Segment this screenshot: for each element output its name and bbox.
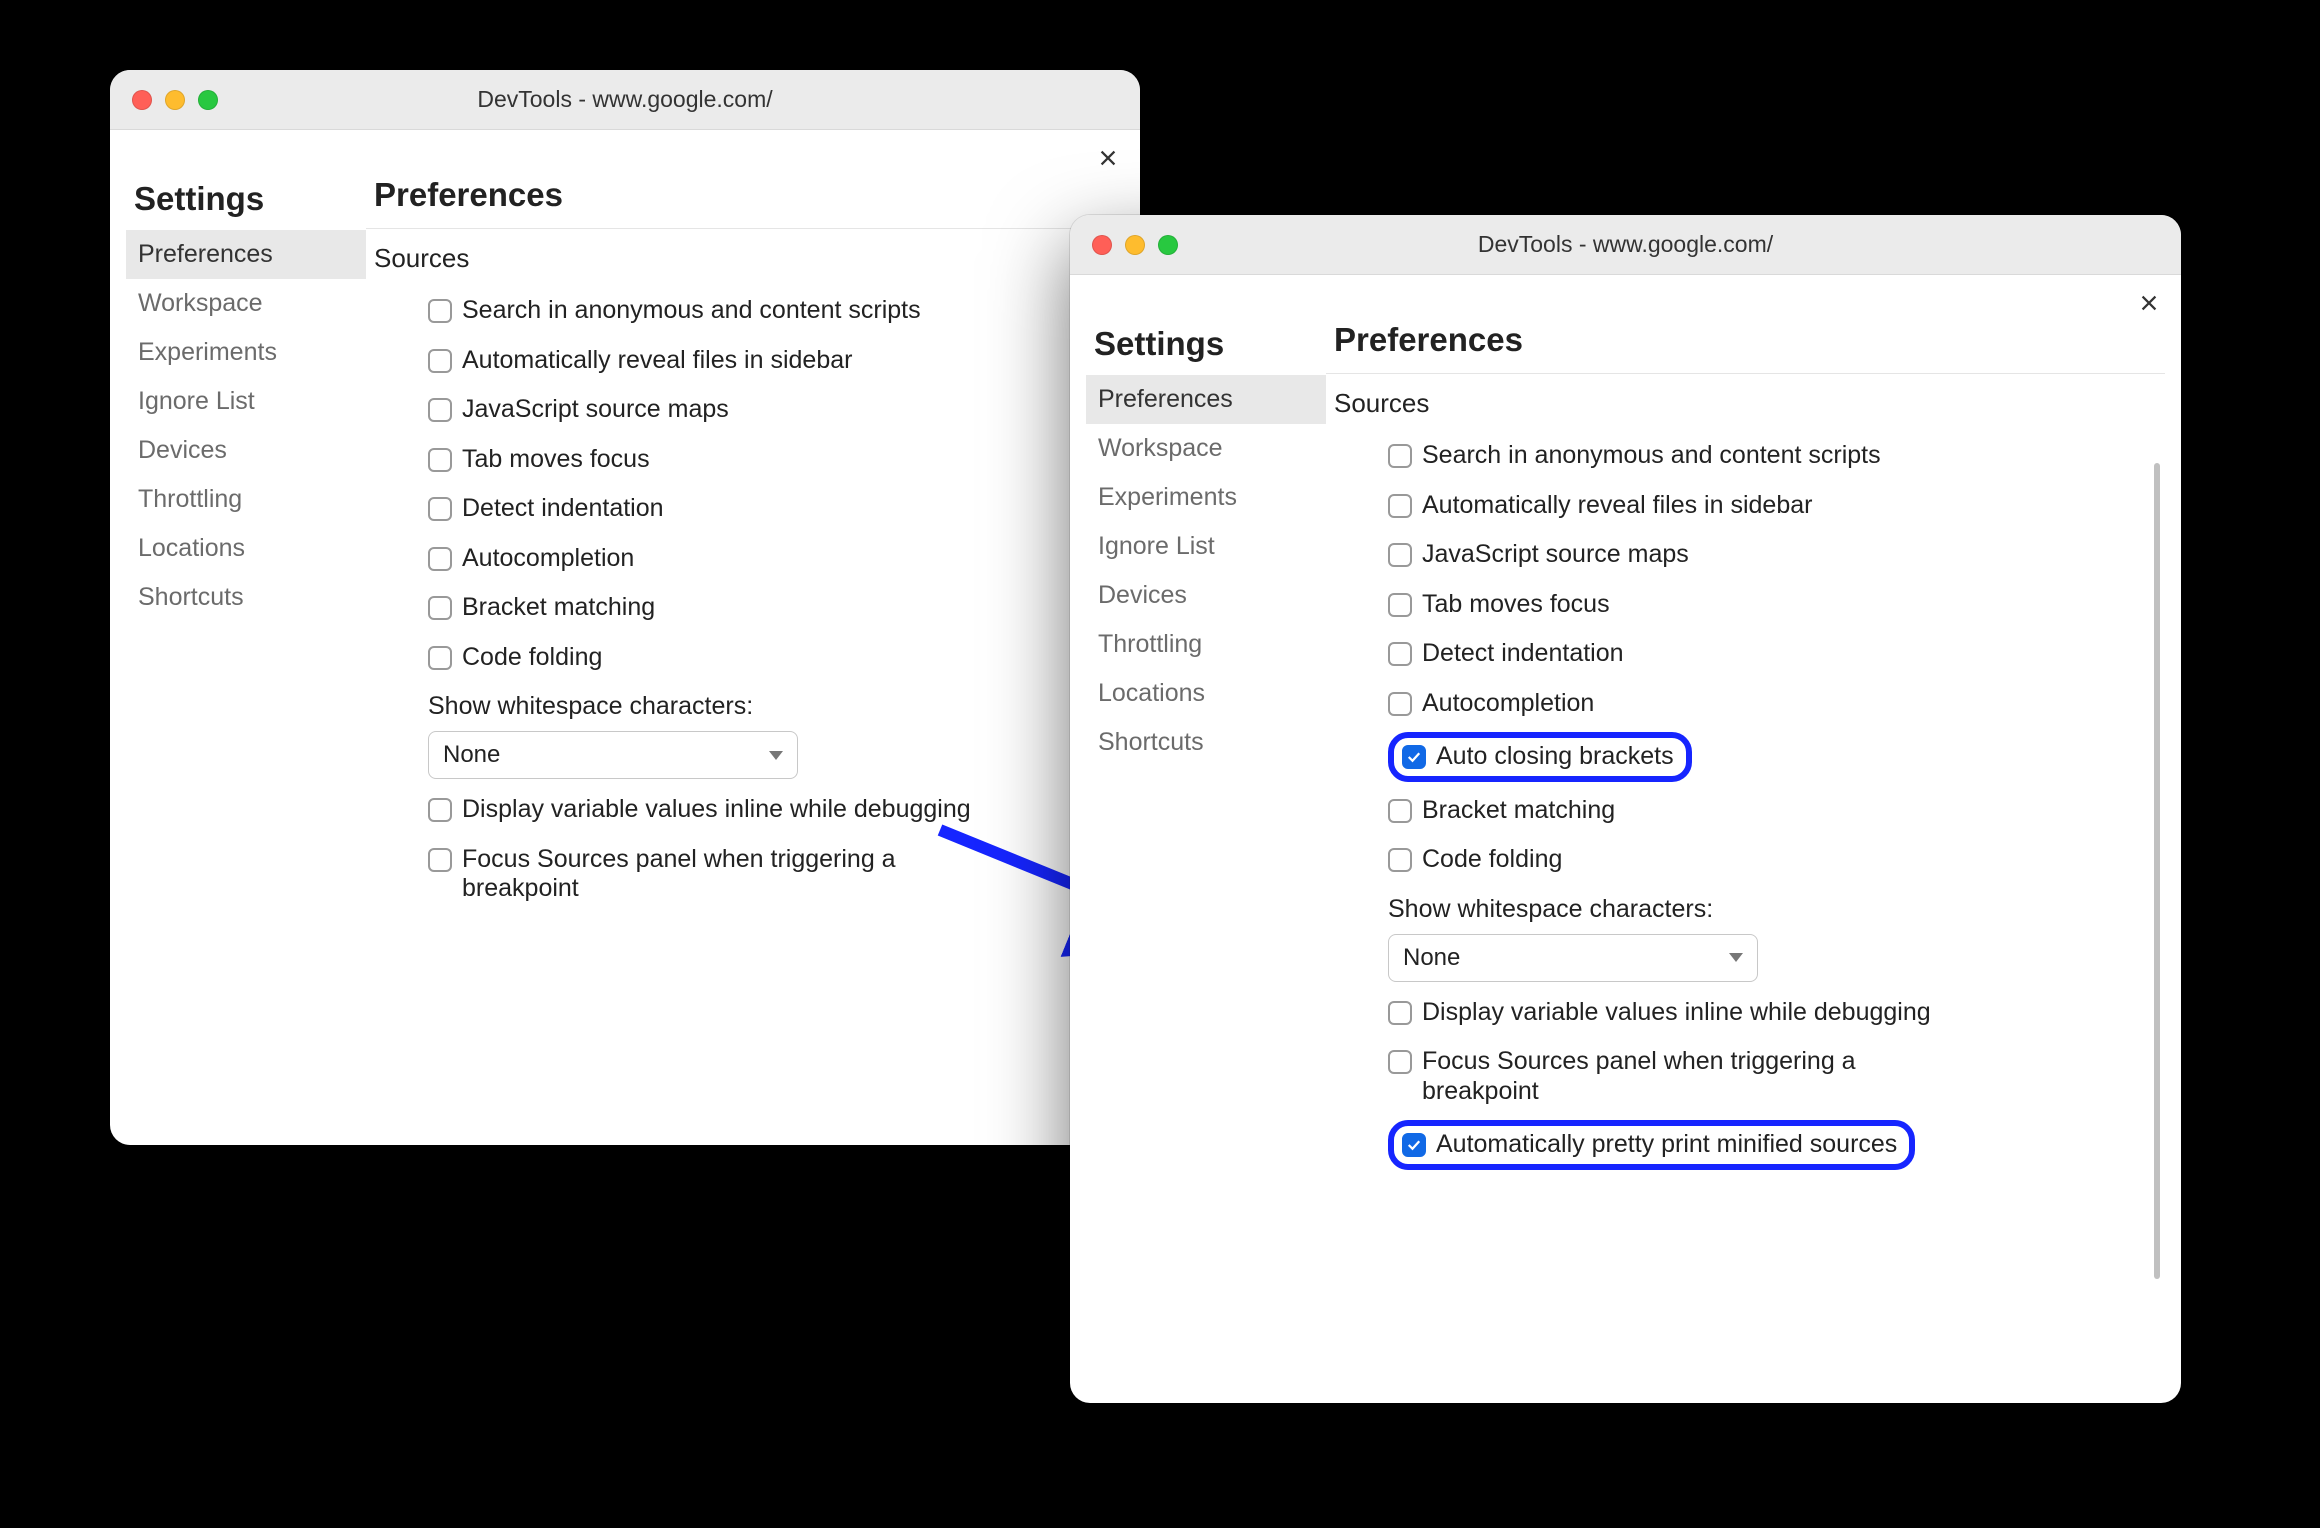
checkbox-icon[interactable] <box>1388 543 1412 567</box>
preferences-panel: Preferences Sources Search in anonymous … <box>1326 321 2165 1391</box>
settings-sidebar: Settings Preferences Workspace Experimen… <box>1086 321 1326 1391</box>
whitespace-select[interactable]: None <box>1388 934 1758 982</box>
option-inline-values[interactable]: Display variable values inline while deb… <box>1380 988 2165 1038</box>
checkbox-icon[interactable] <box>1388 799 1412 823</box>
window-title: DevTools - www.google.com/ <box>110 86 1140 113</box>
checkbox-icon[interactable] <box>428 798 452 822</box>
sidebar-item-throttling[interactable]: Throttling <box>1086 620 1326 669</box>
sidebar-item-shortcuts[interactable]: Shortcuts <box>126 573 366 622</box>
option-tab-moves-focus[interactable]: Tab moves focus <box>1380 580 2165 630</box>
checkbox-icon[interactable] <box>428 547 452 571</box>
preferences-heading: Preferences <box>366 176 1124 229</box>
select-value: None <box>1403 944 1460 972</box>
close-icon[interactable] <box>132 90 152 110</box>
sidebar-heading: Settings <box>126 180 366 230</box>
checkbox-icon[interactable] <box>428 448 452 472</box>
checkbox-icon[interactable] <box>428 398 452 422</box>
checkbox-icon[interactable] <box>428 299 452 323</box>
sidebar-item-ignore-list[interactable]: Ignore List <box>1086 522 1326 571</box>
checkbox-icon[interactable] <box>1402 1133 1426 1157</box>
sidebar-item-preferences[interactable]: Preferences <box>126 230 366 279</box>
sidebar-item-experiments[interactable]: Experiments <box>126 328 366 377</box>
scrollbar[interactable] <box>2151 361 2163 1381</box>
section-sources: Sources <box>1326 374 2165 427</box>
option-focus-on-breakpoint[interactable]: Focus Sources panel when triggering a br… <box>1380 1037 2165 1116</box>
chevron-down-icon <box>769 751 783 760</box>
sidebar-item-devices[interactable]: Devices <box>1086 571 1326 620</box>
close-icon[interactable] <box>1092 235 1112 255</box>
checkbox-icon[interactable] <box>1402 745 1426 769</box>
checkbox-icon[interactable] <box>428 596 452 620</box>
checkbox-icon[interactable] <box>1388 593 1412 617</box>
titlebar-left: DevTools - www.google.com/ <box>110 70 1140 130</box>
section-sources: Sources <box>366 229 1124 282</box>
sidebar-item-locations[interactable]: Locations <box>1086 669 1326 718</box>
option-inline-values[interactable]: Display variable values inline while deb… <box>420 785 1124 835</box>
checkbox-icon[interactable] <box>428 646 452 670</box>
sidebar-item-workspace[interactable]: Workspace <box>1086 424 1326 473</box>
whitespace-select[interactable]: None <box>428 731 798 779</box>
select-value: None <box>443 741 500 769</box>
option-detect-indentation[interactable]: Detect indentation <box>420 484 1124 534</box>
checkbox-icon[interactable] <box>428 848 452 872</box>
sidebar-heading: Settings <box>1086 325 1326 375</box>
option-detect-indentation[interactable]: Detect indentation <box>1380 629 2165 679</box>
option-code-folding[interactable]: Code folding <box>1380 835 2165 885</box>
sidebar-item-preferences[interactable]: Preferences <box>1086 375 1326 424</box>
checkbox-icon[interactable] <box>1388 444 1412 468</box>
titlebar-right: DevTools - www.google.com/ <box>1070 215 2181 275</box>
chevron-down-icon <box>1729 953 1743 962</box>
close-settings-button[interactable] <box>2131 285 2167 321</box>
checkbox-icon[interactable] <box>1388 1001 1412 1025</box>
option-autocompletion[interactable]: Autocompletion <box>1380 679 2165 729</box>
option-search-anon[interactable]: Search in anonymous and content scripts <box>1380 431 2165 481</box>
whitespace-setting: Show whitespace characters: None <box>420 682 1124 785</box>
option-pretty-print[interactable]: Automatically pretty print minified sour… <box>1380 1116 2165 1174</box>
settings-sidebar: Settings Preferences Workspace Experimen… <box>126 176 366 1133</box>
option-search-anon[interactable]: Search in anonymous and content scripts <box>420 286 1124 336</box>
minimize-icon[interactable] <box>165 90 185 110</box>
option-autocompletion[interactable]: Autocompletion <box>420 534 1124 584</box>
sidebar-item-shortcuts[interactable]: Shortcuts <box>1086 718 1326 767</box>
checkbox-icon[interactable] <box>1388 494 1412 518</box>
option-bracket-matching[interactable]: Bracket matching <box>420 583 1124 633</box>
checkbox-icon[interactable] <box>428 497 452 521</box>
option-code-folding[interactable]: Code folding <box>420 633 1124 683</box>
option-focus-on-breakpoint[interactable]: Focus Sources panel when triggering a br… <box>420 835 1124 914</box>
window-left: DevTools - www.google.com/ Settings Pref… <box>110 70 1140 1145</box>
checkbox-icon[interactable] <box>1388 692 1412 716</box>
option-auto-closing-brackets[interactable]: Auto closing brackets <box>1380 728 2165 786</box>
whitespace-setting: Show whitespace characters: None <box>1380 885 2165 988</box>
sidebar-item-locations[interactable]: Locations <box>126 524 366 573</box>
checkbox-icon[interactable] <box>1388 1050 1412 1074</box>
option-bracket-matching[interactable]: Bracket matching <box>1380 786 2165 836</box>
maximize-icon[interactable] <box>198 90 218 110</box>
checkbox-icon[interactable] <box>1388 642 1412 666</box>
preferences-heading: Preferences <box>1326 321 2165 374</box>
close-settings-button[interactable] <box>1090 140 1126 176</box>
sidebar-item-workspace[interactable]: Workspace <box>126 279 366 328</box>
option-js-source-maps[interactable]: JavaScript source maps <box>1380 530 2165 580</box>
window-right: DevTools - www.google.com/ Settings Pref… <box>1070 215 2181 1403</box>
preferences-panel: Preferences Sources Search in anonymous … <box>366 176 1124 1133</box>
window-title: DevTools - www.google.com/ <box>1070 231 2181 258</box>
option-js-source-maps[interactable]: JavaScript source maps <box>420 385 1124 435</box>
sidebar-item-throttling[interactable]: Throttling <box>126 475 366 524</box>
option-tab-moves-focus[interactable]: Tab moves focus <box>420 435 1124 485</box>
minimize-icon[interactable] <box>1125 235 1145 255</box>
maximize-icon[interactable] <box>1158 235 1178 255</box>
sidebar-item-experiments[interactable]: Experiments <box>1086 473 1326 522</box>
checkbox-icon[interactable] <box>1388 848 1412 872</box>
checkbox-icon[interactable] <box>428 349 452 373</box>
option-reveal-files[interactable]: Automatically reveal files in sidebar <box>1380 481 2165 531</box>
sidebar-item-devices[interactable]: Devices <box>126 426 366 475</box>
sidebar-item-ignore-list[interactable]: Ignore List <box>126 377 366 426</box>
option-reveal-files[interactable]: Automatically reveal files in sidebar <box>420 336 1124 386</box>
